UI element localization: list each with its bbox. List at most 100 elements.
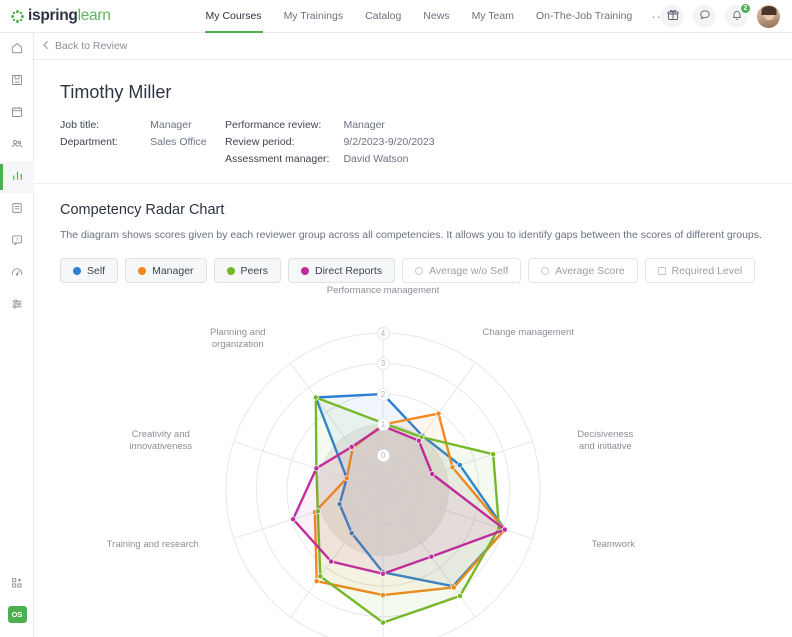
legend-dot-self (73, 266, 81, 275)
review-period-label: Review period: (225, 136, 295, 148)
radar-tick-1: 1 (376, 418, 390, 431)
radar-tick-0: 0 (376, 448, 390, 462)
main-nav: My Courses My Trainings Catalog News My … (195, 0, 676, 33)
brand-name-primary: ispring (28, 7, 78, 24)
sidebar-item-help[interactable]: ? (0, 225, 34, 257)
legend-dot-average-wo-self (415, 266, 424, 275)
top-bar-actions: 2 (661, 0, 780, 33)
legend-label-average-score: Average Score (555, 264, 625, 277)
chat-help-icon: ? (10, 233, 24, 250)
chevron-left-icon (42, 40, 50, 53)
nav-item-news[interactable]: News (412, 0, 460, 33)
legend-label-direct-reports: Direct Reports (314, 264, 383, 277)
svg-text:?: ? (16, 236, 19, 241)
sidebar-item-home[interactable] (0, 33, 34, 65)
brand-name-secondary: learn (77, 7, 111, 24)
chart-description: The diagram shows scores given by each r… (60, 229, 762, 241)
legend-label-self: Self (87, 264, 106, 277)
book-icon (10, 73, 24, 90)
back-to-review-link[interactable]: Back to Review (34, 33, 792, 59)
legend-label-average-wo-self: Average w/o Self (429, 264, 509, 277)
page-content: Back to Review Timothy Miller Job title:… (34, 33, 792, 637)
people-icon (10, 137, 24, 154)
job-title-value: Manager (150, 119, 192, 131)
legend-label-required-level: Required Level (671, 264, 743, 277)
radar-tick-2: 2 (376, 387, 390, 401)
legend-dot-manager (138, 266, 147, 275)
department-value: Sales Office (150, 136, 207, 148)
competency-radar-section: Competency Radar Chart The diagram shows… (34, 184, 792, 637)
nav-item-on-the-job-training[interactable]: On-The-Job Training (525, 0, 643, 33)
legend-chip-average-score[interactable]: Average Score (528, 258, 638, 283)
performance-review-value: Manager (343, 119, 385, 131)
gauge-icon (10, 265, 24, 282)
gift-button[interactable] (661, 5, 684, 28)
radar-axis-label-performance-management: Performance management (326, 285, 440, 296)
nav-item-my-team[interactable]: My Team (461, 0, 525, 33)
user-avatar[interactable] (757, 5, 780, 28)
performance-review-label: Performance review: (225, 119, 322, 131)
add-apps-icon (10, 576, 24, 593)
back-to-review-label: Back to Review (55, 40, 128, 52)
legend-filter-chips: Self Manager Peers Direct Reports Averag… (60, 258, 766, 283)
assessment-manager-label: Assessment manager: (225, 153, 330, 165)
sidebar: ? OS (0, 33, 34, 637)
person-meta: Job title: Manager Department: Sales Off… (60, 119, 792, 165)
radar-tick-4: 4 (376, 326, 390, 340)
review-period-value: 9/2/2023-9/20/2023 (343, 136, 435, 148)
page-title: Timothy Miller (60, 82, 172, 102)
radar-axis-label-planning-and-organization: Planning and organization (210, 327, 266, 351)
sidebar-item-trainings[interactable] (0, 65, 34, 97)
legend-dot-direct-reports (300, 266, 309, 275)
legend-square-required-level (657, 266, 666, 275)
top-bar: ispringlearn My Courses My Trainings Cat… (0, 0, 792, 33)
sidebar-item-calendar[interactable] (0, 97, 34, 129)
person-meta-left: Job title: Manager Department: Sales Off… (60, 119, 225, 165)
radar-axis-label-decisiveness-and-initiative: Decisiveness and initiative (577, 428, 634, 452)
news-icon (10, 201, 24, 218)
department-label: Department: (60, 136, 118, 148)
legend-chip-manager[interactable]: Manager (125, 258, 207, 283)
notifications-button[interactable]: 2 (725, 3, 751, 28)
sidebar-item-people[interactable] (0, 129, 34, 161)
sidebar-item-settings[interactable] (0, 289, 34, 321)
radar-axis-label-creativity-and-innovativeness: Creativity and innovativeness (129, 428, 193, 452)
org-badge[interactable]: OS (7, 606, 27, 623)
job-title-label: Job title: (60, 119, 100, 131)
nav-item-catalog[interactable]: Catalog (354, 0, 412, 33)
bar-chart-icon (10, 168, 25, 186)
legend-label-manager: Manager (152, 264, 194, 277)
gift-icon (666, 9, 679, 24)
sidebar-item-news[interactable] (0, 193, 34, 225)
legend-dot-peers (226, 266, 235, 275)
legend-dot-average-score (541, 266, 550, 275)
radar-axis-label-change-management: Change management (482, 327, 574, 339)
radar-chart: Performance management Change management D… (60, 285, 790, 637)
radar-axis-label-teamwork: Teamwork (591, 539, 635, 551)
sidebar-bottom: OS (0, 568, 34, 623)
legend-chip-required-level[interactable]: Required Level (644, 258, 756, 283)
legend-label-peers: Peers (240, 264, 268, 277)
radar-chart-canvas (225, 332, 541, 637)
calendar-icon (10, 105, 24, 122)
assessment-manager-value: David Watson (343, 153, 409, 165)
nav-item-my-trainings[interactable]: My Trainings (273, 0, 355, 33)
legend-chip-average-wo-self[interactable]: Average w/o Self (402, 258, 522, 283)
legend-chip-self[interactable]: Self (60, 258, 119, 283)
chat-bubble-icon (699, 9, 711, 24)
home-icon (10, 41, 24, 58)
radar-axis-label-training-and-research: Training and research (106, 539, 199, 551)
sliders-icon (10, 297, 24, 314)
review-panel: Timothy Miller Job title: Manager Depart… (34, 59, 792, 637)
person-meta-right: Performance review: Manager Review perio… (225, 119, 435, 165)
chart-title: Competency Radar Chart (60, 202, 225, 218)
legend-chip-direct-reports[interactable]: Direct Reports (287, 258, 396, 283)
legend-chip-peers[interactable]: Peers (213, 258, 281, 283)
sidebar-item-reports[interactable] (0, 161, 34, 193)
nav-item-my-courses[interactable]: My Courses (195, 0, 273, 33)
chat-button[interactable] (693, 5, 716, 28)
sidebar-item-performance[interactable] (0, 257, 34, 289)
brand-logo[interactable]: ispringlearn (11, 7, 111, 25)
radar-tick-3: 3 (376, 357, 390, 370)
sidebar-item-apps[interactable] (0, 568, 34, 600)
